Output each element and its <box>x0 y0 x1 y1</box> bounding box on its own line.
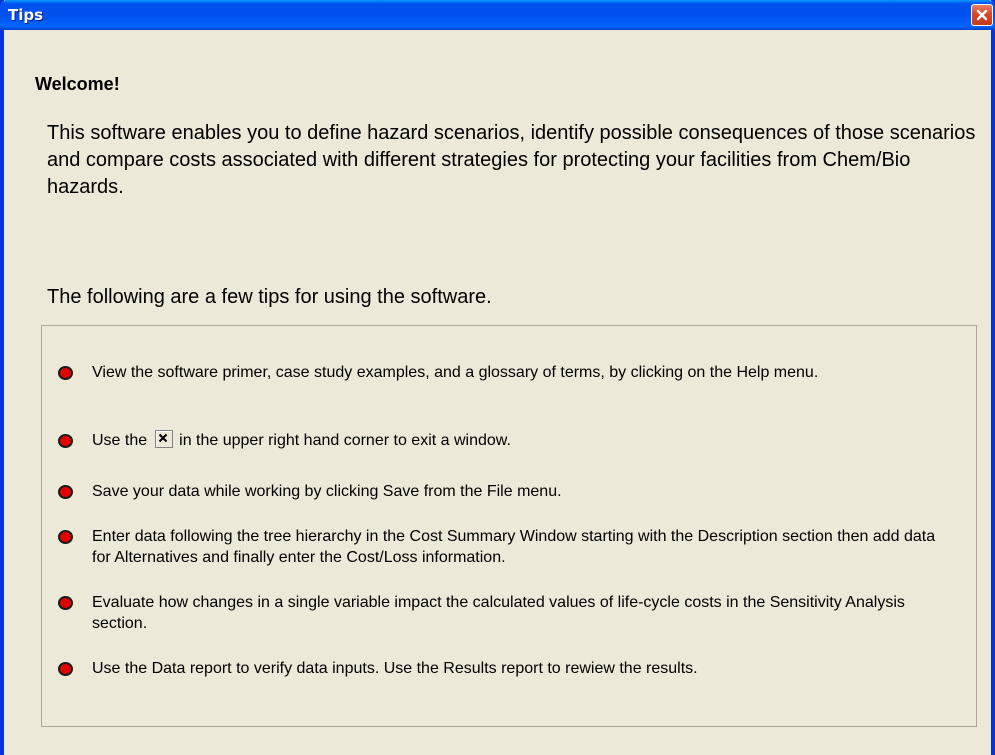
close-icon <box>976 9 988 21</box>
tip-text: Enter data following the tree hierarchy … <box>92 528 936 566</box>
tip-text-after: in the upper right hand corner to exit a… <box>179 432 511 449</box>
tip-text: Evaluate how changes in a single variabl… <box>92 594 905 632</box>
tip-text: View the software primer, case study exa… <box>92 364 819 381</box>
close-button[interactable] <box>971 4 993 26</box>
tip-text-before: Use the <box>92 432 148 449</box>
bullet-icon <box>58 596 73 610</box>
window-title: Tips <box>8 6 44 24</box>
tip-text: Use the Data report to verify data input… <box>92 660 698 677</box>
bullet-icon <box>58 662 73 676</box>
title-bar[interactable]: Tips <box>0 0 995 30</box>
tips-list: View the software primer, case study exa… <box>41 325 977 727</box>
intro-paragraph: This software enables you to define haza… <box>47 122 976 198</box>
tips-intro-text: The following are a few tips for using t… <box>47 286 492 308</box>
tip-text: Save your data while working by clicking… <box>92 483 562 500</box>
bullet-icon <box>58 434 73 448</box>
tip-text: Use the in the upper right hand corner to… <box>92 430 942 451</box>
tips-window: Tips Welcome! This software enables you … <box>0 0 995 755</box>
welcome-heading: Welcome! <box>35 74 120 94</box>
bullet-icon <box>58 366 73 380</box>
bullet-icon <box>58 530 73 544</box>
bullet-icon <box>58 485 73 499</box>
close-icon <box>155 430 174 448</box>
